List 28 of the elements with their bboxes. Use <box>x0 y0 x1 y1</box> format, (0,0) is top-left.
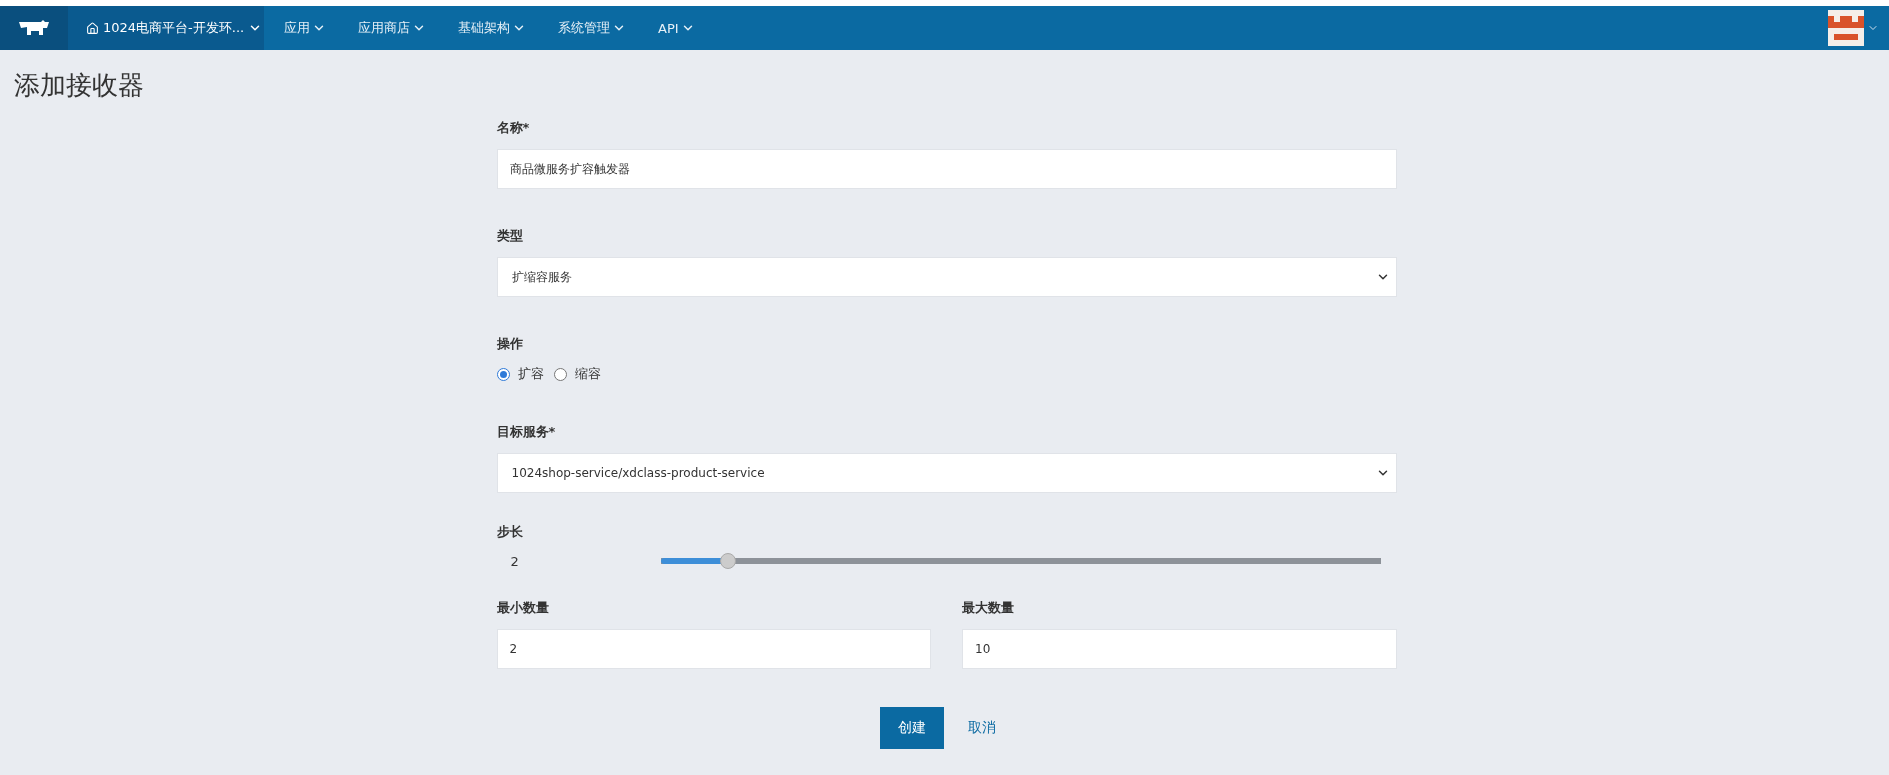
radio-option[interactable]: 扩容 <box>496 365 544 383</box>
slider-thumb[interactable] <box>720 553 737 569</box>
field-label: 操作 <box>496 335 524 353</box>
cancel-link[interactable]: 取消 <box>949 707 1014 749</box>
home-icon <box>86 21 99 35</box>
name-input[interactable]: 商品微服务扩容触发器 <box>496 149 1397 189</box>
nav-menu[interactable]: 应用 <box>284 6 338 50</box>
nav-menu[interactable]: API <box>658 6 707 50</box>
nav-menu[interactable]: 基础架构 <box>458 6 538 50</box>
field-label: 类型 <box>496 227 524 245</box>
nav-menu[interactable]: 应用商店 <box>358 6 438 50</box>
min-count-input[interactable]: 2 <box>496 629 931 669</box>
field-label: 步长 <box>496 523 524 541</box>
field-label: 最小数量 <box>496 599 550 617</box>
cow-logo-icon[interactable] <box>17 20 51 36</box>
max-count-input[interactable]: 10 <box>962 629 1397 669</box>
slider-value: 2 <box>509 553 520 569</box>
field-label: 目标服务* <box>496 423 557 441</box>
page-title: 添加接收器 <box>14 69 144 102</box>
radio-option[interactable]: 缩容 <box>553 365 601 383</box>
nav-menu[interactable]: 系统管理 <box>558 6 638 50</box>
target-service-select[interactable]: 1024shop-service/xdclass-product-service <box>496 453 1397 493</box>
create-button[interactable]: 创建 <box>879 707 944 749</box>
type-select[interactable]: 扩缩容服务 <box>496 257 1397 297</box>
environment-menu[interactable]: 1024电商平台-开发环... <box>68 6 264 50</box>
avatar-icon <box>1828 10 1864 46</box>
field-label: 最大数量 <box>962 599 1015 617</box>
field-label: 名称* <box>496 119 531 137</box>
